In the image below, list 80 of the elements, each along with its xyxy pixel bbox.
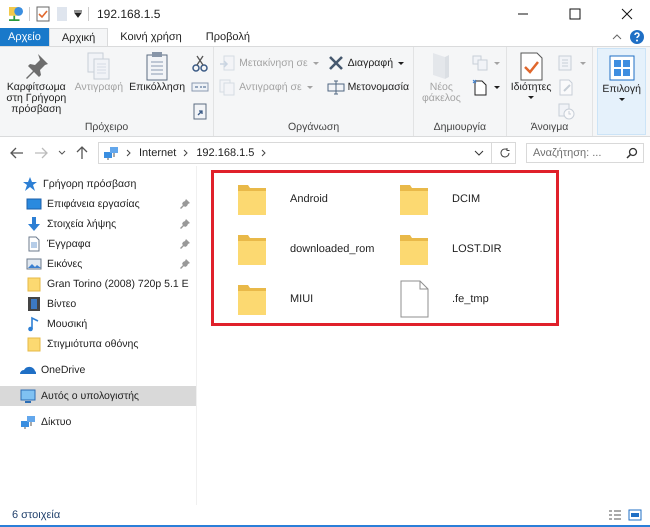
group-label: Άνοιγμα — [530, 121, 570, 135]
arrow-down-icon — [26, 216, 42, 232]
ribbon-button[interactable]: Επιλογή — [600, 51, 643, 105]
paste-shortcut-icon — [191, 102, 210, 120]
cloud-icon — [20, 366, 36, 374]
sidebar-item[interactable]: Μουσική — [0, 314, 196, 334]
ribbon-button[interactable]: Μετονομασία — [324, 77, 412, 97]
sidebar-item[interactable]: Επιφάνεια εργασίας — [0, 194, 196, 214]
picture-icon — [26, 256, 42, 272]
search-icon — [626, 147, 638, 159]
ribbon-tab[interactable]: Αρχική — [48, 28, 108, 46]
rename-icon — [326, 78, 345, 96]
group-label: Οργάνωση — [286, 121, 340, 135]
pin-icon — [180, 219, 190, 229]
pin-icon — [180, 259, 190, 269]
pin-icon — [180, 239, 190, 249]
sidebar-item[interactable]: Στιγμιότυπα οθόνης — [0, 334, 196, 354]
ribbon-tab[interactable]: Προβολή — [194, 28, 262, 46]
sidebar-item[interactable]: OneDrive — [0, 360, 196, 380]
sidebar-item[interactable]: Εικόνες — [0, 254, 196, 274]
sidebar-item[interactable]: Βίντεο — [0, 294, 196, 314]
ribbon-button[interactable]: Ιδιότητες — [508, 49, 554, 103]
scissors-icon — [191, 54, 210, 72]
search-field[interactable]: Αναζήτηση: ... — [526, 143, 644, 163]
thumbnail-view-icon[interactable] — [628, 509, 642, 521]
collapse-ribbon-icon[interactable] — [612, 33, 622, 41]
edit-icon — [557, 78, 576, 96]
sidebar-item[interactable]: Δίκτυο — [0, 412, 196, 432]
ribbon-button[interactable]: Καρφίτσωμα στη Γρήγορη πρόσβαση — [2, 49, 71, 116]
file-item[interactable]: LOST.DIR — [394, 229, 556, 269]
chevron-right-icon[interactable] — [261, 149, 268, 157]
network-icon — [20, 414, 36, 430]
file-item[interactable]: .fe_tmp — [394, 279, 556, 319]
maximize-icon[interactable] — [569, 8, 581, 20]
group-label: Δημιουργία — [432, 121, 488, 135]
ribbon-tab[interactable]: Αρχείο — [0, 28, 49, 46]
file-item[interactable]: downloaded_rom — [232, 229, 394, 269]
monitor-icon — [26, 196, 42, 212]
star-icon — [22, 176, 38, 192]
window-title: 192.168.1.5 — [97, 7, 160, 21]
new-item-icon — [470, 54, 489, 72]
up-arrow-icon[interactable] — [76, 146, 88, 160]
page-icon — [470, 78, 489, 96]
history-icon — [557, 102, 576, 120]
pin-icon — [180, 199, 190, 209]
ribbon-button[interactable]: Επικόλληση — [127, 49, 188, 94]
group-label: Πρόχειρο — [84, 121, 130, 135]
sidebar-item[interactable]: Στοιχεία λήψης — [0, 214, 196, 234]
delete-icon — [326, 54, 345, 72]
sidebar-item[interactable]: Γρήγορη πρόσβαση — [0, 174, 196, 194]
chevron-down-icon[interactable] — [58, 150, 66, 156]
breadcrumb[interactable]: Internet — [139, 147, 176, 159]
details-view-icon[interactable] — [608, 509, 622, 521]
refresh-icon[interactable] — [499, 147, 511, 159]
monitor-icon — [20, 388, 36, 404]
film-icon — [26, 296, 42, 312]
help-icon[interactable] — [630, 30, 644, 44]
breadcrumb[interactable]: 192.168.1.5 — [196, 147, 254, 159]
copy-to-icon — [218, 78, 236, 96]
sidebar-item[interactable]: Έγγραφα — [0, 234, 196, 254]
chevron-right-icon[interactable] — [126, 149, 132, 157]
document-icon — [26, 236, 42, 252]
file-item[interactable]: MIUI — [232, 279, 394, 319]
close-icon[interactable] — [621, 8, 633, 20]
sidebar-item[interactable]: Αυτός ο υπολογιστής — [0, 386, 196, 406]
network-drive-icon — [9, 7, 23, 21]
chevron-down-icon[interactable] — [474, 150, 484, 156]
move-icon — [218, 54, 236, 72]
file-item[interactable]: Android — [232, 179, 394, 219]
file-item[interactable]: DCIM — [394, 179, 556, 219]
network-icon — [103, 145, 119, 161]
properties-icon[interactable] — [36, 6, 50, 22]
caret-icon[interactable] — [74, 10, 82, 18]
item-count: 6 στοιχεία — [12, 509, 60, 521]
sidebar-item[interactable]: Gran Torino (2008) 720p 5.1 E — [0, 274, 196, 294]
address-bar[interactable]: Internet 192.168.1.5 — [98, 142, 516, 164]
ribbon-button[interactable]: Διαγραφή — [324, 53, 412, 73]
ribbon-tab[interactable]: Κοινή χρήση — [108, 28, 194, 46]
chevron-right-icon[interactable] — [183, 149, 190, 157]
back-arrow-icon[interactable] — [10, 147, 24, 159]
